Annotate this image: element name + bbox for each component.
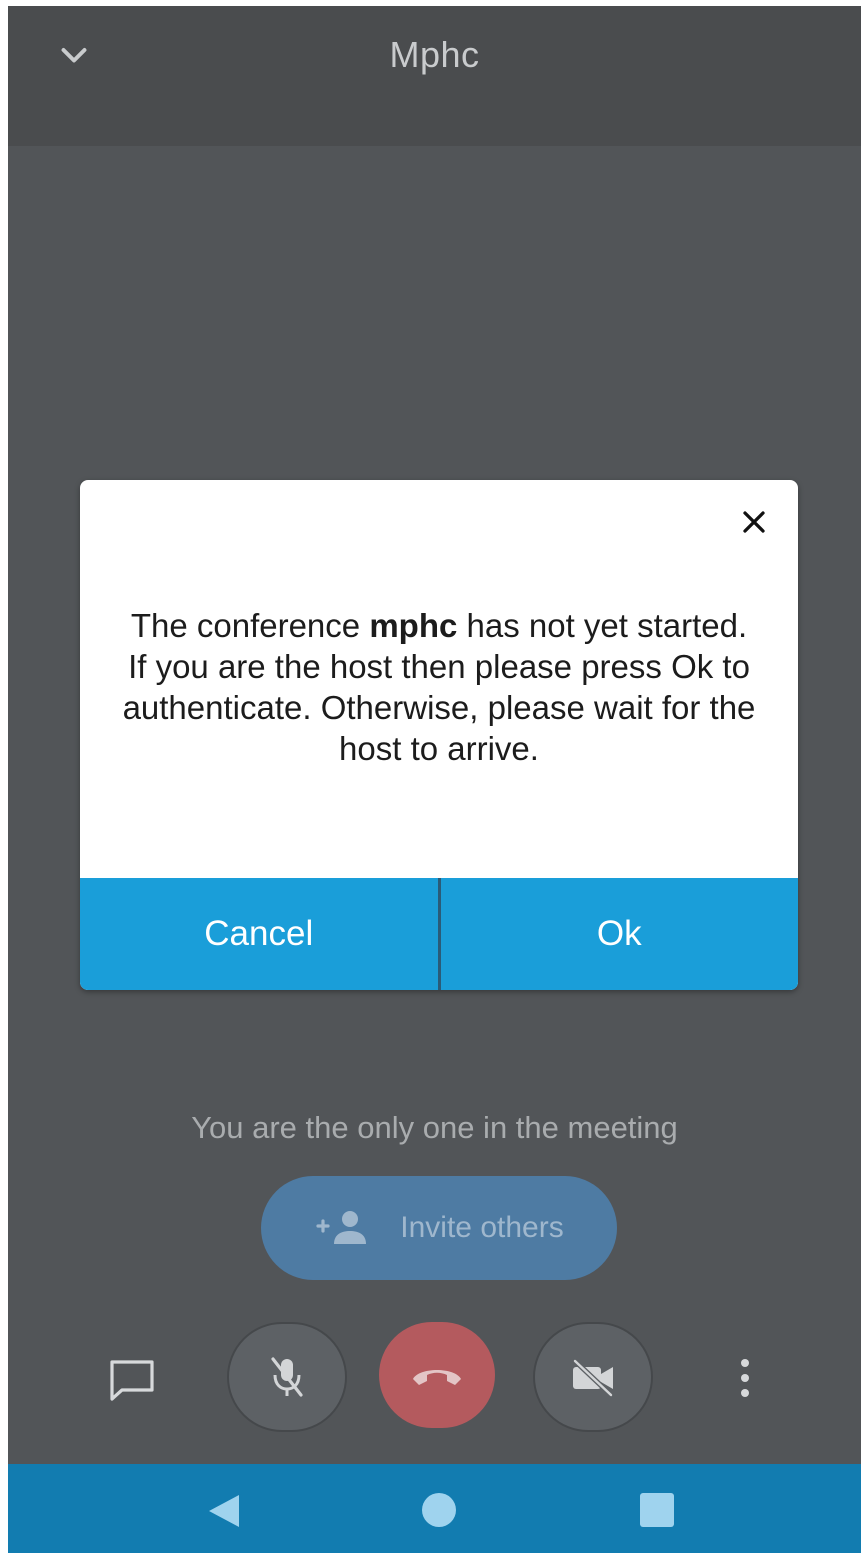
invite-others-label: Invite others [400,1211,564,1244]
dialog-message-start: The conference [130,607,370,644]
add-person-icon [316,1211,367,1244]
mic-off-icon [271,1357,303,1397]
recents-icon[interactable] [638,1491,676,1529]
top-bar: Mphc [8,6,861,146]
meeting-toolbar [8,1322,861,1432]
invite-others-button[interactable]: Invite others [261,1176,617,1280]
meeting-screen: Mphc The conference mphc has not yet sta… [8,6,861,1553]
close-icon[interactable] [736,504,772,540]
video-off-icon [572,1358,614,1397]
home-icon[interactable] [420,1491,458,1529]
ok-button[interactable]: Ok [441,878,799,990]
status-text: You are the only one in the meeting [191,1110,678,1145]
cancel-button[interactable]: Cancel [80,878,438,990]
dialog-message: The conference mphc has not yet started.… [120,605,758,769]
more-vertical-icon[interactable] [728,1356,762,1400]
auth-dialog: The conference mphc has not yet started.… [80,480,798,990]
chat-icon[interactable] [108,1358,156,1402]
hangup-icon [413,1370,461,1385]
hangup-button[interactable] [379,1322,495,1428]
mute-button[interactable] [227,1322,347,1432]
dialog-actions: Cancel Ok [80,878,798,990]
back-icon[interactable] [203,1491,243,1531]
conference-name: mphc [369,607,458,644]
system-nav-bar [8,1464,861,1553]
video-toggle-button[interactable] [533,1322,653,1432]
meeting-title: Mphc [389,34,480,75]
